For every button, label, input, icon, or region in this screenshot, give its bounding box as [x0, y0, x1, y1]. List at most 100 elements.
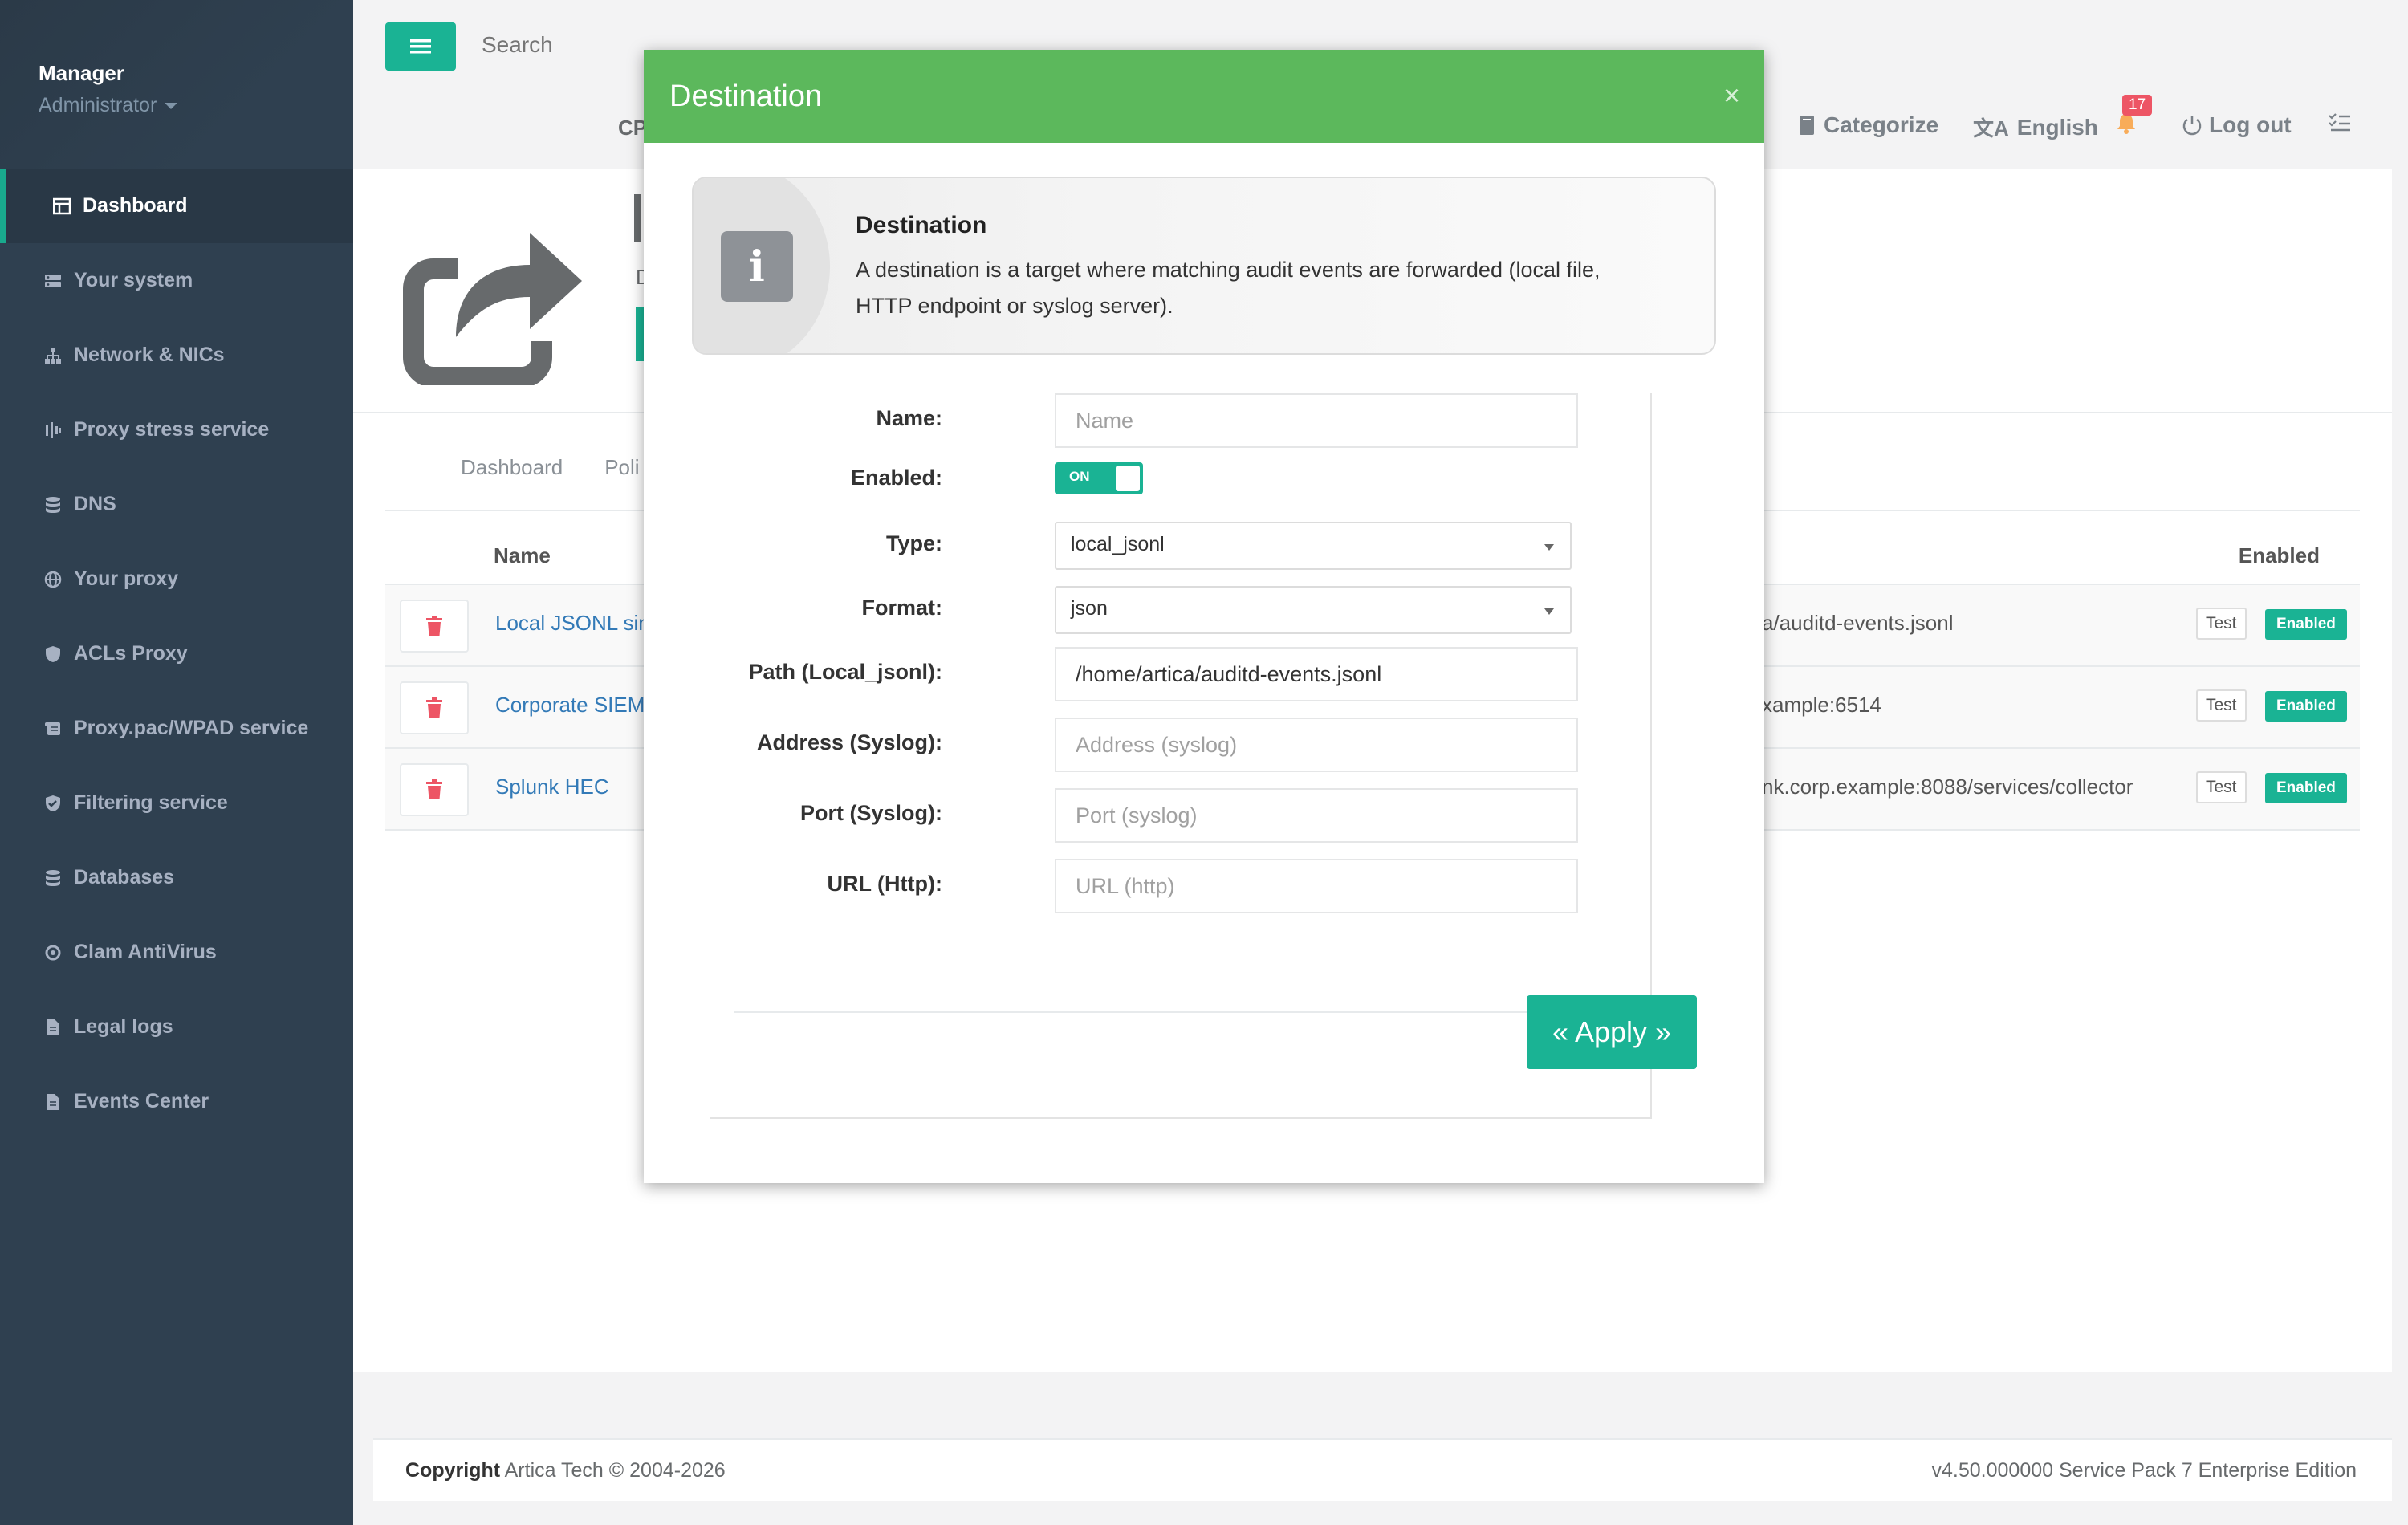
column-header-name: Name [494, 543, 551, 567]
tab-dashboard[interactable]: Dashboard [385, 447, 604, 510]
sidebar-item-proxy-stress[interactable]: Proxy stress service [0, 392, 353, 467]
sidebar-item-network[interactable]: Network & NICs [0, 318, 353, 392]
language-selector[interactable]: 文A English [1973, 112, 2098, 142]
path-label: Path (Local_jsonl): [748, 660, 942, 684]
sidebar-item-label: Your system [74, 269, 193, 291]
info-text: A destination is a target where matching… [856, 258, 1601, 318]
sidebar-item-label: Network & NICs [74, 344, 225, 366]
database-icon [42, 869, 64, 887]
form-row-name: Name: [710, 393, 1652, 449]
cpu-label: CP [618, 116, 648, 140]
enabled-toggle[interactable]: ON [1055, 462, 1143, 494]
row-name-link[interactable]: Splunk HEC [495, 775, 648, 799]
footer: Copyright Artica Tech © 2004-2026 v4.50.… [373, 1438, 2392, 1501]
trash-icon [426, 697, 442, 718]
form-row-url: URL (Http): [710, 859, 1652, 915]
sidebar-item-label: Clam AntiVirus [74, 941, 217, 963]
type-label: Type: [885, 531, 942, 555]
format-select[interactable]: json [1055, 586, 1572, 634]
categorize-label: Categorize [1824, 112, 1939, 137]
header-button-fragment[interactable] [636, 307, 644, 361]
sidebar-item-dashboard[interactable]: Dashboard [0, 169, 353, 243]
status-badge[interactable]: Enabled [2265, 609, 2347, 640]
profile-name: Manager [39, 61, 124, 85]
profile-role[interactable]: Administrator [39, 94, 353, 117]
shield-icon [42, 645, 64, 663]
format-value: json [1071, 597, 1108, 620]
test-button[interactable]: Test [2196, 689, 2247, 722]
name-field[interactable] [1055, 393, 1578, 448]
sidebar-item-filtering[interactable]: Filtering service [0, 766, 353, 840]
sidebar-item-label: Your proxy [74, 567, 179, 590]
dashboard-icon [51, 197, 73, 215]
sidebar-item-acls-proxy[interactable]: ACLs Proxy [0, 616, 353, 691]
profile[interactable]: Manager Administrator [0, 0, 353, 169]
menu-toggle-button[interactable] [385, 22, 456, 71]
sidebar-item-label: Dashboard [83, 194, 188, 217]
database-icon [42, 496, 64, 514]
language-label: English [2016, 114, 2098, 140]
address-field[interactable] [1055, 718, 1578, 772]
sidebar-item-databases[interactable]: Databases [0, 840, 353, 915]
info-card: i Destination A destination is a target … [692, 177, 1716, 355]
type-select[interactable]: local_jsonl [1055, 522, 1572, 570]
delete-button[interactable] [400, 600, 469, 653]
sidebar-item-dns[interactable]: DNS [0, 467, 353, 542]
caret-down-icon [165, 103, 178, 110]
test-button[interactable]: Test [2196, 608, 2247, 640]
notifications-button[interactable]: 17 [2116, 95, 2153, 140]
translate-icon: 文A [1973, 116, 2009, 140]
row-name-link[interactable]: Local JSONL sink [495, 611, 648, 636]
form-row-path: Path (Local_jsonl): [710, 647, 1652, 703]
copyright: Copyright Artica Tech © 2004-2026 [405, 1459, 726, 1482]
logout-label: Log out [2209, 112, 2292, 137]
form-row-enabled: Enabled: ON [710, 458, 1652, 514]
sidebar-item-proxy-pac[interactable]: Proxy.pac/WPAD service [0, 691, 353, 766]
sidebar-item-your-system[interactable]: Your system [0, 243, 353, 318]
info-icon: i [721, 231, 793, 302]
sidebar-item-label: Proxy stress service [74, 418, 270, 441]
chevron-down-icon [1544, 608, 1554, 615]
port-field[interactable] [1055, 788, 1578, 843]
notifications-badge: 17 [2122, 95, 2153, 116]
sidebar-item-clam-antivirus[interactable]: Clam AntiVirus [0, 915, 353, 990]
sitemap-icon [42, 347, 64, 364]
toggle-knob [1116, 466, 1140, 491]
row-name-link[interactable]: Corporate SIEM [495, 693, 648, 718]
row-target: a/auditd-events.jsonl [1762, 611, 1954, 635]
close-icon[interactable]: × [1723, 79, 1740, 112]
categorize-link[interactable]: Categorize [1798, 112, 1938, 138]
form-row-type: Type: local_jsonl [710, 522, 1652, 578]
book-icon [1800, 116, 1814, 135]
status-badge[interactable]: Enabled [2265, 773, 2347, 803]
sidebar-item-label: Legal logs [74, 1015, 173, 1038]
apply-button[interactable]: « Apply » [1527, 995, 1697, 1069]
test-button[interactable]: Test [2196, 771, 2247, 803]
tasks-button[interactable] [2328, 112, 2352, 133]
stress-icon [42, 421, 64, 439]
sidebar-item-label: Filtering service [74, 791, 228, 814]
share-icon [403, 233, 582, 385]
delete-button[interactable] [400, 763, 469, 816]
info-title: Destination [856, 212, 987, 238]
url-label: URL (Http): [827, 872, 942, 896]
path-field[interactable] [1055, 647, 1578, 702]
name-label: Name: [876, 406, 942, 430]
type-value: local_jsonl [1071, 533, 1165, 555]
sidebar-item-events-center[interactable]: Events Center [0, 1064, 353, 1139]
file-icon [42, 1093, 64, 1111]
url-field[interactable] [1055, 859, 1578, 913]
destination-modal: Destination × i Destination A destinatio… [644, 50, 1764, 1183]
trash-icon [426, 779, 442, 799]
status-badge[interactable]: Enabled [2265, 691, 2347, 722]
port-label: Port (Syslog): [799, 801, 942, 825]
sidebar-item-your-proxy[interactable]: Your proxy [0, 542, 353, 616]
row-target: nk.corp.example:8088/services/collector [1762, 775, 2133, 799]
row-target: xample:6514 [1762, 693, 1881, 717]
sidebar-item-label: Events Center [74, 1090, 209, 1112]
delete-button[interactable] [400, 681, 469, 734]
logout-button[interactable]: Log out [2182, 112, 2292, 138]
sidebar-item-legal-logs[interactable]: Legal logs [0, 990, 353, 1064]
copyright-label: Copyright [405, 1459, 501, 1482]
virus-icon [42, 944, 64, 962]
